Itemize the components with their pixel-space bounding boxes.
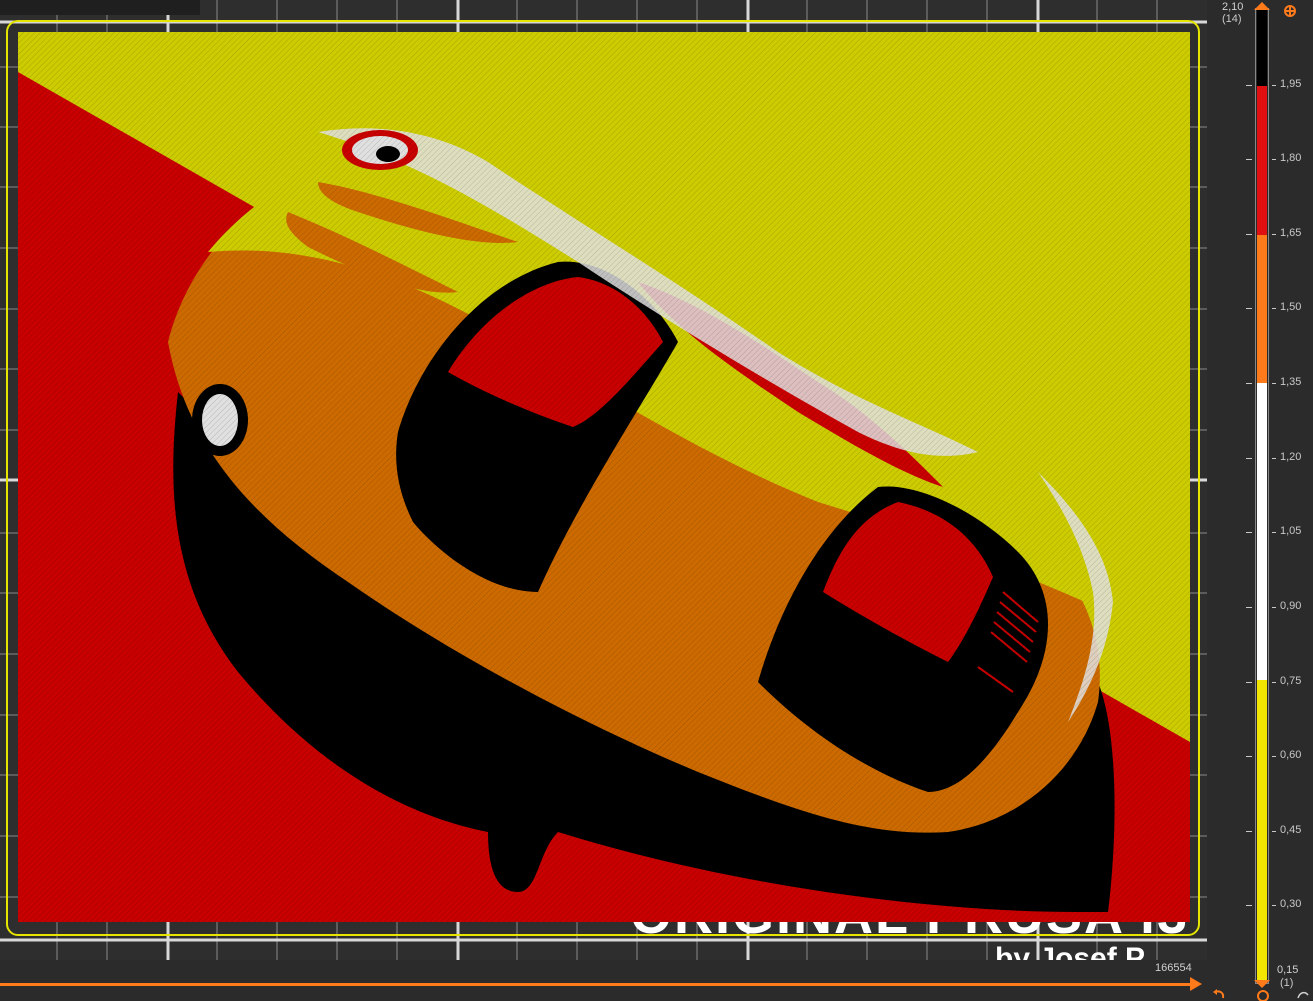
- tick-mark: [1272, 830, 1276, 832]
- tick-mark: [1246, 308, 1252, 310]
- top-layer-height: 2,10: [1222, 1, 1244, 13]
- bottom-layer-number: (1): [1280, 977, 1294, 989]
- tick-mark: [1272, 383, 1276, 385]
- tick-label: 1,65: [1280, 226, 1302, 239]
- tick-mark: [1246, 830, 1252, 832]
- tick-label: 0,90: [1280, 599, 1302, 612]
- undo-icon[interactable]: [1212, 988, 1226, 1001]
- layer-segment-red: [1257, 86, 1267, 235]
- tick-label: 1,80: [1280, 152, 1302, 165]
- bottom-layer-height: 0,15: [1277, 964, 1299, 976]
- slider-thumb-down-icon[interactable]: [1254, 980, 1270, 988]
- tick-mark: [1272, 159, 1276, 161]
- tick-mark: [1246, 606, 1252, 608]
- tick-mark: [1246, 532, 1252, 534]
- tick-label: 0,30: [1280, 898, 1302, 911]
- layer-segment-orange: [1257, 235, 1267, 383]
- tick-mark: [1246, 905, 1252, 907]
- tick-mark: [1272, 233, 1276, 235]
- tick-label: 1,95: [1280, 77, 1302, 90]
- cog-icon[interactable]: [1256, 988, 1270, 1001]
- tick-mark: [1246, 84, 1252, 86]
- bed-edge: [0, 0, 200, 15]
- tick-label: 0,60: [1280, 749, 1302, 762]
- back-icon[interactable]: [1296, 988, 1310, 1001]
- bed-logo-subtext: by Josef P: [995, 944, 1195, 960]
- tick-mark: [1272, 756, 1276, 758]
- tick-mark: [1272, 457, 1276, 459]
- move-slider-track[interactable]: [0, 983, 1197, 986]
- tick-label: 1,35: [1280, 376, 1302, 389]
- tick-mark: [1246, 756, 1252, 758]
- tick-mark: [1246, 159, 1252, 161]
- tick-mark: [1272, 84, 1276, 86]
- 3d-viewport[interactable]: ORIGINAL PRUSA i3 MK3 by Josef P: [0, 0, 1207, 960]
- tick-mark: [1246, 681, 1252, 683]
- tick-label: 1,20: [1280, 450, 1302, 463]
- layer-segment-black: [1257, 10, 1267, 86]
- tick-label: 1,05: [1280, 525, 1302, 538]
- tick-mark: [1246, 383, 1252, 385]
- layer-segment-yellow: [1257, 680, 1267, 980]
- top-layer-number: (14): [1222, 13, 1242, 25]
- tick-mark: [1272, 681, 1276, 683]
- move-slider-value: 166554: [1155, 962, 1192, 974]
- tick-mark: [1272, 606, 1276, 608]
- slider-thumb-up-icon[interactable]: [1254, 2, 1270, 10]
- tick-mark: [1246, 457, 1252, 459]
- move-slider-thumb-icon[interactable]: [1190, 977, 1202, 991]
- tick-mark: [1272, 532, 1276, 534]
- move-slider-panel: [0, 960, 1207, 1001]
- layer-segment-white: [1257, 383, 1267, 680]
- gcode-preview-layer: [18, 32, 1190, 922]
- cog-icon[interactable]: [1283, 4, 1297, 18]
- tick-mark: [1246, 233, 1252, 235]
- tick-mark: [1272, 308, 1276, 310]
- tick-label: 0,45: [1280, 823, 1302, 836]
- tick-label: 0,75: [1280, 674, 1302, 687]
- tick-mark: [1272, 905, 1276, 907]
- tick-label: 1,50: [1280, 301, 1302, 314]
